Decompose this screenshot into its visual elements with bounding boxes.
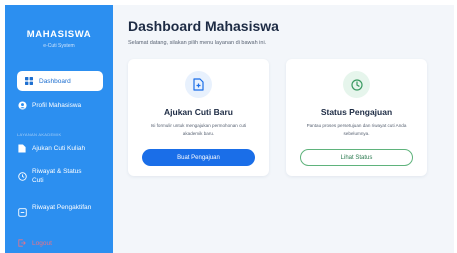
brand: MAHASISWA e-Cuti System xyxy=(5,5,113,49)
sidebar: MAHASISWA e-Cuti System Dashboard Profil… xyxy=(5,5,113,253)
brand-title: MAHASISWA xyxy=(26,29,92,40)
buat-pengajuan-button[interactable]: Buat Pengajuan xyxy=(142,149,255,166)
card-title: Status Pengajuan xyxy=(320,107,393,117)
app-frame: MAHASISWA e-Cuti System Dashboard Profil… xyxy=(5,5,454,253)
card-title: Ajukan Cuti Baru xyxy=(164,107,233,117)
sidebar-item-label: Dashboard xyxy=(39,77,71,85)
clock-icon xyxy=(343,71,370,98)
file-plus-icon xyxy=(185,71,212,98)
grid-icon xyxy=(24,76,34,86)
card-description: Isi formulir untuk mengajukan permohonan… xyxy=(150,123,247,136)
card-ajukan-cuti: Ajukan Cuti Baru Isi formulir untuk meng… xyxy=(128,59,269,176)
logout-icon xyxy=(17,238,27,248)
card-description: Pantau proses persetujuan dan riwayat cu… xyxy=(306,123,407,136)
document-icon xyxy=(17,143,27,153)
sidebar-item-riwayat-status[interactable]: Riwayat & Status Cuti xyxy=(17,167,103,185)
card-status-pengajuan: Status Pengajuan Pantau proses persetuju… xyxy=(286,59,427,176)
logout-button[interactable]: Logout xyxy=(17,238,103,248)
user-circle-icon xyxy=(17,100,27,110)
sidebar-item-ajukan-cuti[interactable]: Ajukan Cuti Kuliah xyxy=(17,143,103,153)
brand-subtitle: e-Cuti System xyxy=(43,43,75,49)
sidebar-item-label: Ajukan Cuti Kuliah xyxy=(32,144,86,152)
clock-icon xyxy=(17,171,27,181)
nav-section-label: LAYANAN AKADEMIK xyxy=(17,132,62,137)
sidebar-item-label: Riwayat & Status Cuti xyxy=(32,168,82,184)
checklist-icon xyxy=(17,207,27,217)
page-title: Dashboard Mahasiswa xyxy=(128,18,279,34)
page-subtitle: Selamat datang, silakan pilih menu layan… xyxy=(128,40,267,46)
lihat-status-button[interactable]: Lihat Status xyxy=(300,149,413,166)
sidebar-item-label: Profil Mahasiswa xyxy=(32,101,82,109)
logout-label: Logout xyxy=(32,239,52,247)
main-content: Dashboard Mahasiswa Selamat datang, sila… xyxy=(113,5,454,253)
sidebar-item-profil[interactable]: Profil Mahasiswa xyxy=(17,100,103,110)
sidebar-item-riwayat-pengaktifan[interactable]: Riwayat Pengaktifan xyxy=(17,203,103,217)
sidebar-item-label: Riwayat Pengaktifan xyxy=(32,204,92,211)
sidebar-item-dashboard[interactable]: Dashboard xyxy=(17,71,103,91)
